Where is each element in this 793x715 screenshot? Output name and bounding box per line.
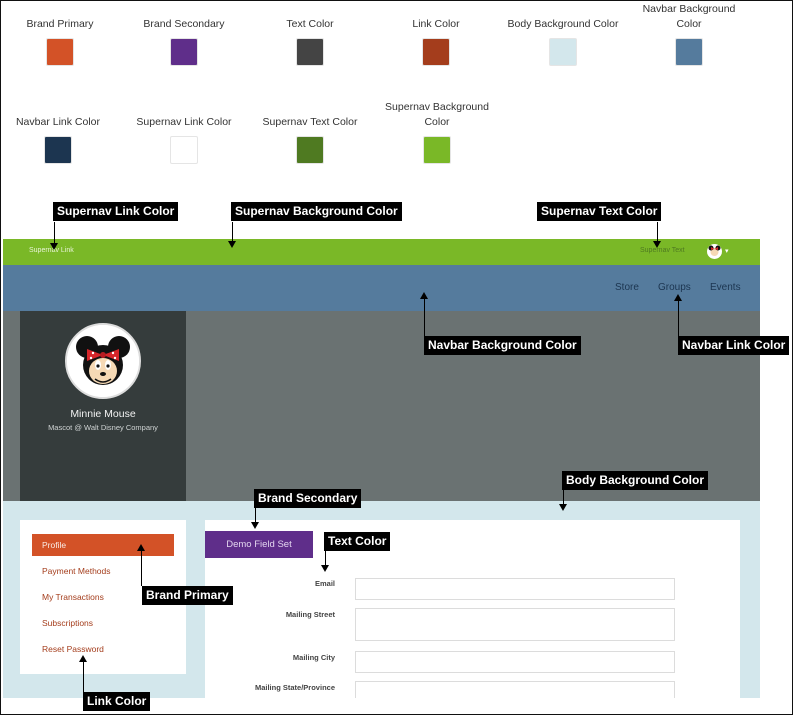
arrow-down-icon [653, 241, 661, 248]
color-swatch [296, 38, 324, 66]
swatch-text-color: Text Color [250, 17, 370, 66]
swatch-supernav-link-color: Supernav Link Color [124, 115, 244, 164]
user-avatar[interactable] [707, 244, 722, 259]
arrow-down-icon [321, 565, 329, 572]
swatch-link-color: Link Color [376, 17, 496, 66]
callout-link-color: Link Color [83, 692, 151, 711]
swatch-label: Supernav Link Color [136, 116, 232, 128]
mailing-city-field[interactable] [355, 651, 675, 673]
email-field[interactable] [355, 578, 675, 600]
mailing-state-label: Mailing State/Province [254, 683, 335, 692]
callout-brand-secondary: Brand Secondary [254, 489, 362, 508]
callout-text-color: Text Color [324, 532, 391, 551]
swatch-label: Supernav Text Color [262, 116, 358, 128]
callout-arrow-line [83, 661, 84, 692]
nav-link-groups[interactable]: Groups [658, 282, 691, 293]
color-swatch [423, 136, 451, 164]
callout-arrow-line [657, 222, 658, 242]
swatch-brand-primary: Brand Primary [0, 17, 120, 66]
swatch-label: Navbar Background Color [642, 3, 736, 30]
swatch-label: Body Background Color [507, 18, 619, 30]
mailing-city-label: Mailing City [292, 653, 335, 662]
color-swatch [46, 38, 74, 66]
nav-link-events[interactable]: Events [710, 282, 741, 293]
profile-subtitle: Mascot @ Walt Disney Company [48, 423, 158, 432]
callout-arrow-line [563, 490, 564, 504]
callout-body-background-color: Body Background Color [562, 471, 709, 490]
mailing-street-label: Mailing Street [285, 610, 335, 619]
color-swatch [422, 38, 450, 66]
supernav-text: Supernav Text [640, 247, 685, 254]
callout-brand-primary: Brand Primary [142, 586, 233, 605]
menu-item-reset-password[interactable]: Reset Password [32, 638, 174, 660]
mailing-state-field[interactable] [355, 681, 675, 698]
callout-navbar-link-color: Navbar Link Color [678, 336, 790, 355]
swatch-supernav-background-color: Supernav Background Color [378, 100, 496, 164]
color-swatch [170, 38, 198, 66]
profile-avatar [65, 323, 141, 399]
menu-item-profile[interactable]: Profile [32, 534, 174, 556]
swatch-label: Navbar Link Color [15, 116, 101, 128]
color-swatch [296, 136, 324, 164]
callout-arrow-line [141, 550, 142, 586]
callout-navbar-background-color: Navbar Background Color [424, 336, 581, 355]
profile-card: Minnie Mouse Mascot @ Walt Disney Compan… [20, 311, 186, 501]
swatch-body-background-color: Body Background Color [503, 17, 623, 66]
demo-field-set-tab[interactable]: Demo Field Set [205, 531, 313, 558]
profile-name: Minnie Mouse [70, 408, 136, 420]
swatch-brand-secondary: Brand Secondary [124, 17, 244, 66]
swatch-label: Link Color [412, 18, 460, 30]
swatch-label: Supernav Background Color [385, 101, 489, 128]
callout-arrow-line [232, 222, 233, 242]
callout-supernav-background-color: Supernav Background Color [231, 202, 402, 221]
arrow-down-icon [251, 522, 259, 529]
arrow-down-icon [228, 241, 236, 248]
navbar: Store Groups Events [3, 265, 760, 311]
menu-item-subscriptions[interactable]: Subscriptions [32, 612, 174, 634]
color-swatch [170, 136, 198, 164]
chevron-down-icon[interactable]: ▾ [725, 247, 729, 255]
arrow-down-icon [559, 504, 567, 511]
swatch-label: Brand Secondary [143, 18, 225, 30]
callout-arrow-line [678, 300, 679, 336]
nav-link-store[interactable]: Store [615, 282, 639, 293]
mailing-street-field[interactable] [355, 608, 675, 641]
swatch-supernav-text-color: Supernav Text Color [250, 115, 370, 164]
swatch-label: Text Color [286, 18, 334, 30]
color-swatch [675, 38, 703, 66]
site-mockup: Supernav Link Supernav Text ▾ Store Grou… [3, 239, 760, 698]
callout-arrow-line [424, 298, 425, 336]
profile-form-panel: Demo Field Set Email Mailing Street Mail… [205, 520, 740, 698]
callout-supernav-text-color: Supernav Text Color [537, 202, 662, 221]
swatch-navbar-link-color: Navbar Link Color [0, 115, 118, 164]
callout-supernav-link-color: Supernav Link Color [53, 202, 179, 221]
swatch-navbar-background-color: Navbar Background Color [635, 2, 743, 66]
swatch-label: Brand Primary [26, 18, 94, 30]
color-swatch [44, 136, 72, 164]
supernav-bar: Supernav Link Supernav Text ▾ [3, 239, 760, 265]
callout-arrow-line [255, 508, 256, 523]
arrow-down-icon [50, 243, 58, 250]
callout-arrow-line [325, 551, 326, 566]
menu-item-payment-methods[interactable]: Payment Methods [32, 560, 174, 582]
callout-arrow-line [54, 222, 55, 244]
color-swatch [549, 38, 577, 66]
